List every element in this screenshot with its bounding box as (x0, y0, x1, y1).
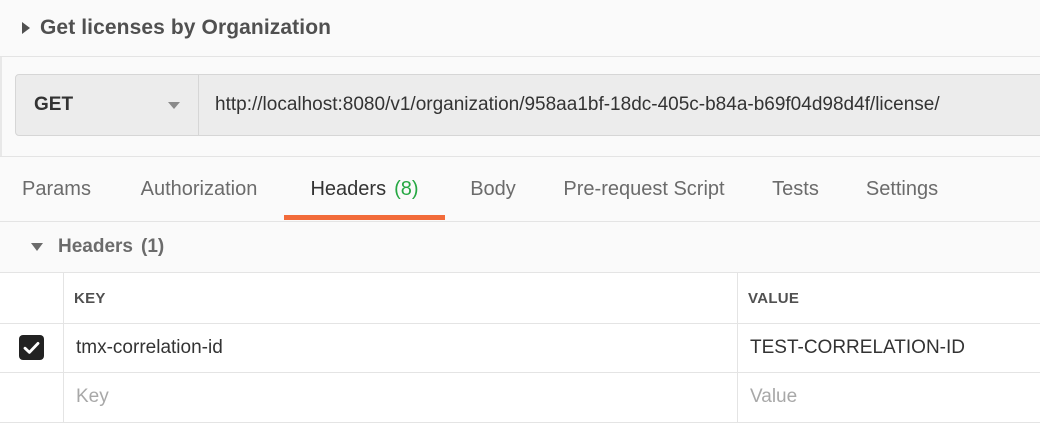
request-bar: GET http://localhost:8080/v1/organizatio… (15, 74, 1040, 136)
header-value-text: TEST-CORRELATION-ID (750, 336, 965, 358)
row-checkbox-cell-empty (0, 372, 64, 422)
table-row: tmx-correlation-id TEST-CORRELATION-ID (0, 323, 1040, 373)
header-value-cell[interactable]: TEST-CORRELATION-ID (738, 323, 1040, 372)
chevron-down-icon (168, 101, 180, 109)
tab-count-badge: (8) (394, 177, 419, 200)
value-placeholder: Value (750, 386, 798, 407)
section-title: Headers (58, 236, 133, 257)
tab-label: Settings (865, 177, 939, 200)
request-title-row[interactable]: Get licenses by Organization (0, 0, 1040, 57)
caret-down-icon[interactable] (31, 243, 43, 251)
tab-tests[interactable]: Tests (747, 157, 844, 221)
tab-label: Pre-request Script (563, 177, 725, 200)
section-count: (1) (141, 236, 165, 257)
tab-label: Authorization (140, 177, 258, 200)
new-value-input[interactable]: Value (738, 372, 1040, 422)
caret-right-icon[interactable] (22, 22, 30, 34)
active-tab-indicator (284, 215, 445, 220)
tab-headers[interactable]: Headers (8) (284, 157, 445, 221)
tab-label: Params (22, 177, 91, 200)
tab-label: Headers (310, 177, 387, 200)
tab-params[interactable]: Params (0, 157, 113, 221)
new-key-input[interactable]: Key (64, 372, 738, 422)
tab-settings[interactable]: Settings (844, 157, 960, 221)
column-header-checkbox (0, 273, 64, 323)
headers-section-toggle[interactable]: Headers (1) (0, 222, 1040, 273)
table-header-row: KEY VALUE (0, 273, 1040, 324)
url-input[interactable]: http://localhost:8080/v1/organization/95… (199, 74, 1040, 136)
table-row-new: Key Value (0, 372, 1040, 423)
row-checkbox[interactable] (19, 335, 44, 360)
request-editor: Get licenses by Organization GET http://… (0, 0, 1040, 429)
column-header-value: VALUE (748, 289, 800, 307)
tab-body[interactable]: Body (445, 157, 541, 221)
method-select[interactable]: GET (15, 74, 199, 136)
tab-label: Tests (772, 177, 819, 200)
headers-table: KEY VALUE tmx-correlation-id TEST-CORREL… (0, 273, 1040, 429)
tab-pre-request-script[interactable]: Pre-request Script (541, 157, 747, 221)
header-key-cell[interactable]: tmx-correlation-id (64, 323, 738, 372)
column-header-key: KEY (64, 273, 738, 323)
method-label: GET (34, 94, 74, 115)
request-tabs: Params Authorization Headers (8) Body Pr… (0, 156, 1040, 222)
tab-authorization[interactable]: Authorization (113, 157, 285, 221)
tab-label: Body (470, 177, 516, 200)
header-key-text: tmx-correlation-id (76, 336, 223, 358)
row-checkbox-cell (0, 323, 64, 372)
key-placeholder: Key (76, 386, 109, 407)
request-title[interactable]: Get licenses by Organization (40, 16, 331, 40)
checkmark-icon (23, 341, 40, 354)
